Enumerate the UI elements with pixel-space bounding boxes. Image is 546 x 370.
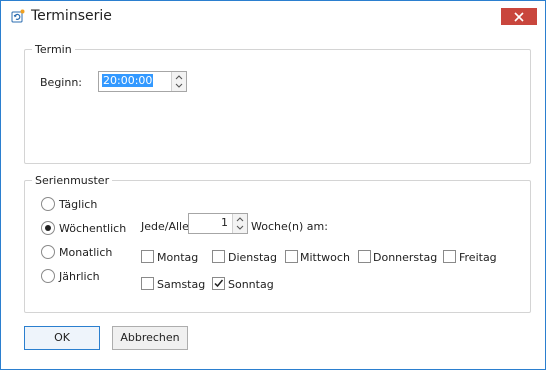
- checkbox-mittwoch[interactable]: [285, 250, 298, 263]
- dialog-body: Termin Beginn: 20:00:00 Serienmuster Täg…: [2, 32, 545, 369]
- window-title: Terminserie: [31, 8, 112, 24]
- cancel-button[interactable]: Abbrechen: [112, 326, 188, 350]
- checkbox-freitag[interactable]: [443, 250, 456, 263]
- interval-input[interactable]: 1: [188, 213, 248, 234]
- beginn-label: Beginn:: [40, 76, 83, 89]
- checkbox-freitag-label[interactable]: Freitag: [459, 251, 497, 264]
- recurrence-icon: [11, 9, 25, 23]
- ok-button[interactable]: OK: [24, 326, 100, 350]
- beginn-time-value: 20:00:00: [102, 74, 154, 87]
- chevron-down-icon[interactable]: [175, 83, 183, 88]
- checkbox-dienstag[interactable]: [212, 250, 225, 263]
- radio-selected-dot: [45, 225, 51, 231]
- radio-monatlich[interactable]: [41, 245, 55, 259]
- checkbox-mittwoch-label[interactable]: Mittwoch: [300, 251, 350, 264]
- termin-group: Termin: [24, 43, 531, 164]
- radio-taeglich-label[interactable]: Täglich: [59, 198, 97, 211]
- radio-woechentlich[interactable]: [41, 221, 55, 235]
- checkbox-montag[interactable]: [141, 250, 154, 263]
- chevron-up-icon[interactable]: [175, 75, 183, 80]
- checkbox-dienstag-label[interactable]: Dienstag: [228, 251, 277, 264]
- checkbox-sonntag[interactable]: [212, 277, 225, 290]
- radio-monatlich-label[interactable]: Monatlich: [59, 246, 112, 259]
- serienmuster-group: Serienmuster: [24, 174, 531, 313]
- jede-alle-label: Jede/Alle: [141, 220, 189, 233]
- woche-label: Woche(n) am:: [251, 220, 328, 233]
- checkbox-samstag-label[interactable]: Samstag: [157, 278, 205, 291]
- checkmark-icon: [214, 279, 224, 288]
- chevron-up-icon[interactable]: [236, 217, 244, 222]
- checkbox-donnerstag-label[interactable]: Donnerstag: [373, 251, 437, 264]
- dialog-window: Terminserie Termin Beginn: 20:00:00 Seri…: [0, 0, 546, 370]
- radio-jaehrlich-label[interactable]: Jährlich: [59, 270, 100, 283]
- checkbox-montag-label[interactable]: Montag: [157, 251, 198, 264]
- checkbox-samstag[interactable]: [141, 277, 154, 290]
- termin-group-label: Termin: [35, 43, 72, 56]
- serienmuster-group-label: Serienmuster: [35, 174, 110, 187]
- radio-woechentlich-label[interactable]: Wöchentlich: [59, 222, 126, 235]
- close-icon: [514, 12, 524, 22]
- beginn-time-input[interactable]: 20:00:00: [98, 71, 187, 92]
- checkbox-sonntag-label[interactable]: Sonntag: [228, 278, 274, 291]
- beginn-spin-buttons[interactable]: [171, 72, 186, 91]
- radio-taeglich[interactable]: [41, 197, 55, 211]
- interval-value: 1: [221, 216, 228, 229]
- checkbox-donnerstag[interactable]: [358, 250, 371, 263]
- close-button[interactable]: [501, 8, 537, 25]
- chevron-down-icon[interactable]: [236, 225, 244, 230]
- interval-spin-buttons[interactable]: [232, 214, 247, 233]
- title-bar: Terminserie: [1, 1, 545, 32]
- radio-jaehrlich[interactable]: [41, 269, 55, 283]
